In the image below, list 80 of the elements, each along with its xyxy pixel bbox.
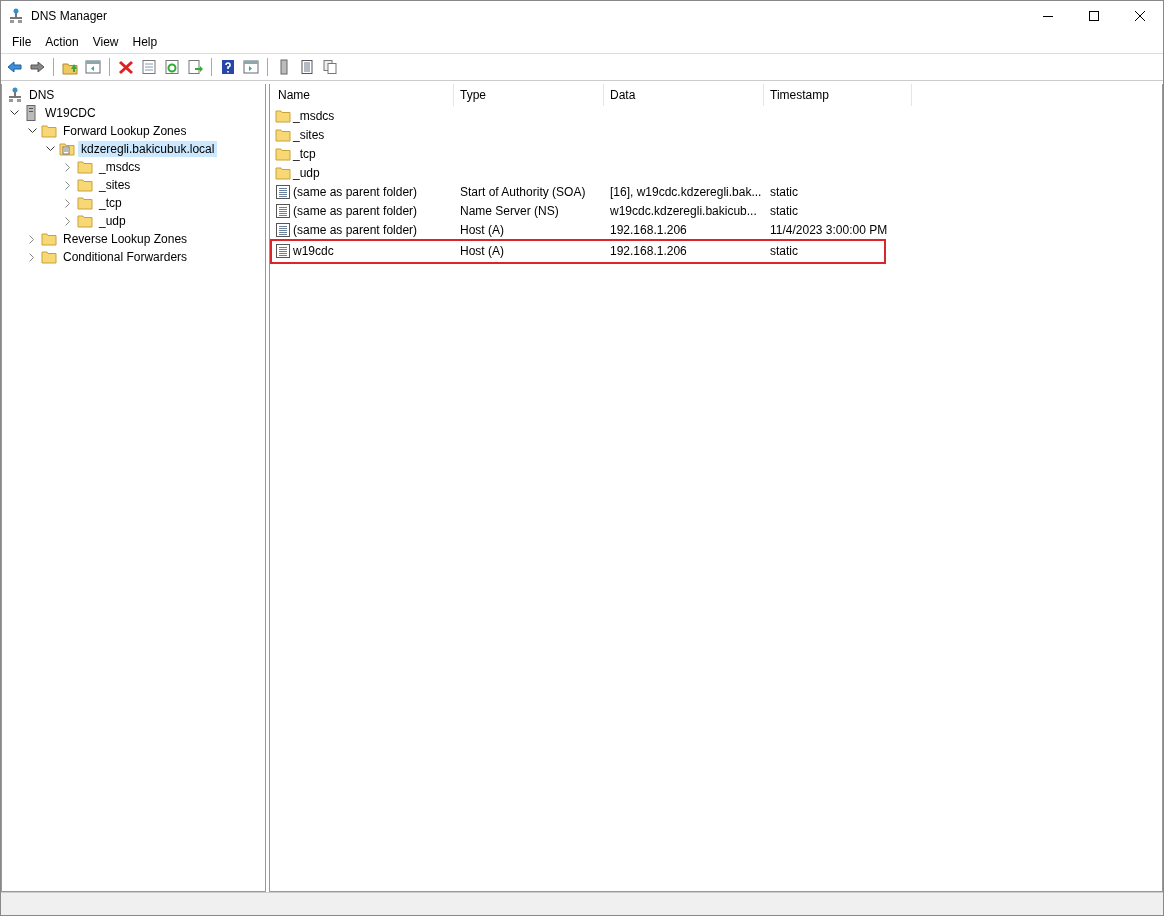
tree-item[interactable]: Conditional Forwarders xyxy=(60,249,191,265)
folder-icon xyxy=(275,165,291,180)
chevron-down-icon[interactable] xyxy=(27,128,37,134)
table-cell: w19cdc xyxy=(293,244,334,258)
chevron-right-icon[interactable] xyxy=(65,198,71,208)
table-cell: static xyxy=(770,184,798,199)
chevron-right-icon[interactable] xyxy=(29,252,35,262)
record-icon xyxy=(275,183,291,200)
refresh-icon[interactable] xyxy=(163,59,181,75)
menu-item[interactable]: Action xyxy=(38,33,86,51)
table-cell: (same as parent folder) xyxy=(293,184,418,199)
table-cell: Start of Authority (SOA) xyxy=(460,184,586,199)
table-cell: _tcp xyxy=(293,146,316,161)
window-title: DNS Manager xyxy=(31,9,108,23)
table-cell: Host (A) xyxy=(460,244,504,258)
chevron-down-icon[interactable] xyxy=(45,146,55,152)
folder-icon xyxy=(41,124,57,138)
table-cell: 11/4/2023 3:00:00 PM xyxy=(770,222,888,237)
folder-icon xyxy=(41,232,57,246)
chevron-right-icon[interactable] xyxy=(29,234,35,244)
table-cell: (same as parent folder) xyxy=(293,203,418,218)
forward-arrow-icon[interactable] xyxy=(28,59,46,75)
properties-icon[interactable] xyxy=(140,59,158,75)
column-header[interactable]: Name xyxy=(272,84,454,106)
record-icon xyxy=(275,243,291,259)
server-icon xyxy=(26,105,36,121)
zone-folder-icon xyxy=(59,142,75,156)
tree-item[interactable]: _sites xyxy=(96,177,134,193)
tree-item[interactable]: Forward Lookup Zones xyxy=(60,123,190,139)
chevron-down-icon[interactable] xyxy=(9,110,19,116)
record-icon xyxy=(275,202,291,219)
column-header[interactable]: Type xyxy=(454,84,604,106)
menu-item[interactable]: Help xyxy=(125,33,165,51)
menu-item[interactable]: File xyxy=(5,33,39,51)
chevron-right-icon[interactable] xyxy=(65,180,71,190)
folder-icon xyxy=(77,196,93,210)
folder-icon xyxy=(275,146,291,161)
table-cell: _msdcs xyxy=(293,108,335,123)
app-icon xyxy=(9,8,23,24)
delete-icon[interactable] xyxy=(117,59,135,75)
folder-icon xyxy=(77,214,93,228)
table-cell: static xyxy=(770,203,798,218)
folder-icon xyxy=(275,108,291,123)
console-icon[interactable] xyxy=(242,59,260,75)
tree-item[interactable]: W19CDC xyxy=(42,105,99,121)
folder-icon xyxy=(77,178,93,192)
column-header[interactable]: Data xyxy=(604,84,764,106)
folder-icon xyxy=(41,250,57,264)
table-cell: 192.168.1.206 xyxy=(610,222,687,237)
table-cell: Name Server (NS) xyxy=(460,203,559,218)
table-cell: w19cdc.kdzeregli.bakicub... xyxy=(610,203,757,218)
back-arrow-icon[interactable] xyxy=(5,59,23,75)
table-cell: _udp xyxy=(293,165,320,180)
folder-icon xyxy=(77,160,93,174)
maximize-icon xyxy=(1089,11,1099,21)
table-cell: static xyxy=(770,244,798,258)
tree-item[interactable]: _tcp xyxy=(96,195,125,211)
export-icon[interactable] xyxy=(186,59,204,75)
column-header[interactable]: Timestamp xyxy=(764,84,912,106)
console-tree-icon[interactable] xyxy=(84,59,102,75)
close-icon xyxy=(1135,11,1145,21)
chevron-right-icon[interactable] xyxy=(65,216,71,226)
table-cell: (same as parent folder) xyxy=(293,222,418,237)
menu-item[interactable]: View xyxy=(85,33,126,51)
tree-item[interactable]: _udp xyxy=(96,213,129,229)
table-cell: _sites xyxy=(293,127,325,142)
copy-icon[interactable] xyxy=(321,59,339,75)
network-icon xyxy=(8,87,22,103)
chevron-right-icon[interactable] xyxy=(65,162,71,172)
help-icon[interactable] xyxy=(219,59,237,75)
tree-item[interactable]: Reverse Lookup Zones xyxy=(60,231,191,247)
table-cell: [16], w19cdc.kdzeregli.bak... xyxy=(610,184,762,199)
table-cell: 192.168.1.206 xyxy=(610,244,687,258)
list-icon[interactable] xyxy=(298,59,316,75)
tree-item[interactable]: kdzeregli.bakicubuk.local xyxy=(78,141,218,157)
folder-icon xyxy=(275,127,291,142)
record-icon xyxy=(275,221,291,238)
tree-item[interactable]: DNS xyxy=(26,87,58,103)
tree-item[interactable]: _msdcs xyxy=(96,159,144,175)
table-cell: Host (A) xyxy=(460,222,504,237)
